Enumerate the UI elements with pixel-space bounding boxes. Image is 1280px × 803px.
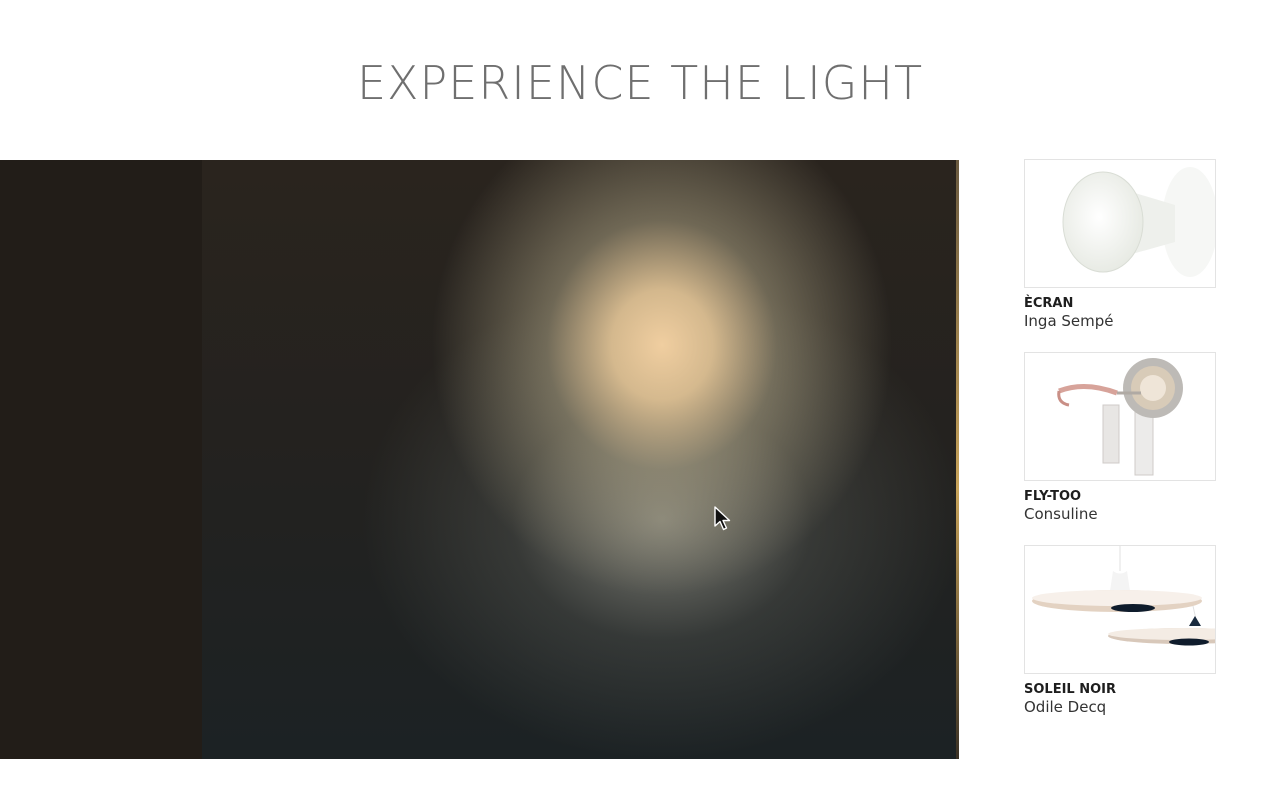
soleil-noir-lamp-icon — [1025, 546, 1215, 673]
product-name[interactable]: FLY-TOO — [1024, 489, 1216, 505]
hero-edge-glow — [956, 160, 959, 759]
product-designer: Odile Decq — [1024, 698, 1107, 716]
product-card-ecran[interactable]: ÈCRAN Inga Sempé — [1024, 159, 1216, 330]
product-name[interactable]: ÈCRAN — [1024, 296, 1216, 312]
hero-dark-panel — [0, 160, 202, 759]
fly-too-lamp-icon — [1025, 353, 1215, 480]
product-card-fly-too[interactable]: FLY-TOO Consuline — [1024, 352, 1216, 523]
product-thumbnail[interactable] — [1024, 545, 1216, 674]
hero-light-scene — [202, 160, 959, 759]
page-title: EXPERIENCE THE LIGHT — [356, 56, 924, 110]
ecran-lamp-icon — [1025, 160, 1215, 287]
product-card-soleil-noir[interactable]: SOLEIL NOIR Odile Decq — [1024, 545, 1216, 716]
product-thumbnail[interactable] — [1024, 352, 1216, 481]
product-thumbnail[interactable] — [1024, 159, 1216, 288]
product-name[interactable]: SOLEIL NOIR — [1024, 682, 1216, 698]
page: EXPERIENCE THE LIGHT ÈCRAN Inga Sempé FL… — [0, 0, 1280, 803]
product-designer: Inga Sempé — [1024, 312, 1114, 330]
product-designer: Consuline — [1024, 505, 1098, 523]
hero-light-experience[interactable] — [0, 160, 959, 759]
arrow-pointer-icon — [714, 506, 732, 532]
